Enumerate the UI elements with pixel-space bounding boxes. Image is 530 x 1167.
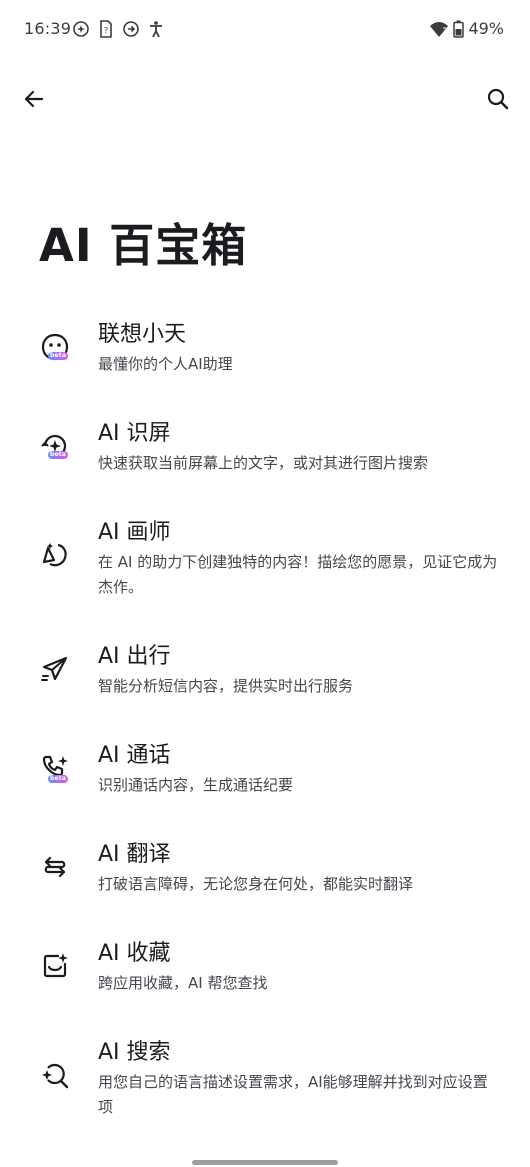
notification-icon	[72, 20, 90, 38]
list-item-ai-call[interactable]: beta AI 通话 识别通话内容，生成通话纪要	[0, 739, 530, 819]
tool-text: AI 通话 识别通话内容，生成通话纪要	[98, 741, 498, 798]
list-item-lenovo-assistant[interactable]: beta 联想小天 最懂你的个人AI助理	[0, 318, 530, 398]
navigation-handle[interactable]	[192, 1160, 338, 1165]
tool-desc: 跨应用收藏，AI 帮您查找	[98, 974, 268, 992]
tool-text: AI 画师 在 AI 的助力下创建独特的内容！描绘您的愿景，见证它成为杰作。	[98, 518, 498, 600]
search-icon	[486, 87, 510, 115]
tool-text: AI 出行 智能分析短信内容，提供实时出行服务	[98, 642, 498, 699]
navigation-icon	[122, 20, 140, 38]
tool-title: AI 搜索	[98, 1040, 171, 1065]
tool-desc: 最懂你的个人AI助理	[98, 355, 233, 373]
tool-desc: 智能分析短信内容，提供实时出行服务	[98, 677, 354, 695]
status-time: 16:39	[24, 19, 72, 38]
status-bar: 16:39 ? 49%	[0, 0, 530, 60]
page-title: AI 百宝箱	[39, 219, 248, 272]
sim-icon: ?	[98, 20, 114, 38]
beta-badge: beta	[48, 352, 69, 360]
tool-title: AI 出行	[98, 644, 171, 669]
list-item-ai-search[interactable]: AI 搜索 用您自己的语言描述设置需求，AI能够理解并找到对应设置项	[0, 1036, 530, 1136]
status-right: 49%	[429, 19, 504, 38]
back-button[interactable]	[14, 81, 54, 121]
collection-icon	[38, 949, 72, 983]
list-item-ai-travel[interactable]: AI 出行 智能分析短信内容，提供实时出行服务	[0, 640, 530, 720]
list-item-ai-translate[interactable]: AI 翻译 打破语言障碍，无论您身在何处，都能实时翻译	[0, 838, 530, 918]
tool-text: AI 搜索 用您自己的语言描述设置需求，AI能够理解并找到对应设置项	[98, 1038, 498, 1120]
tool-title: AI 通话	[98, 743, 171, 768]
ai-painter-icon	[38, 538, 72, 572]
tool-title: 联想小天	[98, 322, 187, 347]
accessibility-icon	[148, 20, 164, 38]
tool-desc: 识别通话内容，生成通话纪要	[98, 776, 294, 794]
list-item-ai-collection[interactable]: AI 收藏 跨应用收藏，AI 帮您查找	[0, 937, 530, 1017]
list-item-ai-screen-recognition[interactable]: beta AI 识屏 快速获取当前屏幕上的文字，或对其进行图片搜索	[0, 417, 530, 497]
beta-badge: beta	[48, 451, 69, 459]
search-button[interactable]	[478, 81, 518, 121]
tool-title: AI 画师	[98, 520, 171, 545]
tool-text: 联想小天 最懂你的个人AI助理	[98, 320, 498, 377]
tool-text: AI 收藏 跨应用收藏，AI 帮您查找	[98, 939, 498, 996]
status-icons-left: ?	[72, 20, 164, 38]
screen-recognition-icon: beta	[38, 429, 72, 463]
ai-assistant-face-icon: beta	[38, 330, 72, 364]
tool-text: AI 翻译 打破语言障碍，无论您身在何处，都能实时翻译	[98, 840, 498, 897]
back-arrow-icon	[22, 87, 46, 115]
ai-search-icon	[38, 1058, 72, 1092]
svg-text:?: ?	[104, 26, 108, 35]
translate-icon	[38, 850, 72, 884]
battery-icon	[453, 20, 465, 38]
battery-level: 49%	[468, 19, 504, 38]
travel-paper-plane-icon	[38, 652, 72, 686]
list-item-ai-painter[interactable]: AI 画师 在 AI 的助力下创建独特的内容！描绘您的愿景，见证它成为杰作。	[0, 516, 530, 616]
tool-title: AI 翻译	[98, 842, 171, 867]
tool-text: AI 识屏 快速获取当前屏幕上的文字，或对其进行图片搜索	[98, 419, 498, 476]
tool-title: AI 识屏	[98, 421, 171, 446]
tool-desc: 打破语言障碍，无论您身在何处，都能实时翻译	[98, 875, 414, 893]
tool-desc: 快速获取当前屏幕上的文字，或对其进行图片搜索	[98, 454, 429, 472]
tool-desc: 用您自己的语言描述设置需求，AI能够理解并找到对应设置项	[98, 1073, 488, 1116]
beta-badge: beta	[48, 775, 69, 783]
phone-sparkle-icon: beta	[38, 751, 72, 785]
tool-desc: 在 AI 的助力下创建独特的内容！描绘您的愿景，见证它成为杰作。	[98, 553, 498, 596]
wifi-icon	[429, 20, 449, 38]
tool-title: AI 收藏	[98, 941, 171, 966]
